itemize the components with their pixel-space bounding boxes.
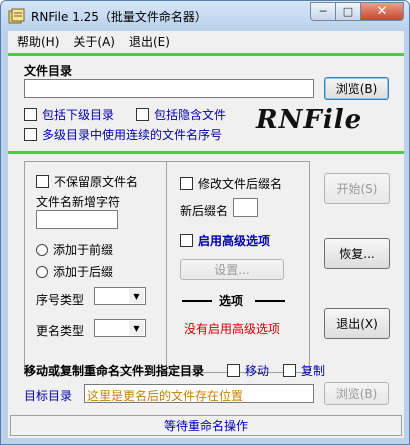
copy-box[interactable] — [283, 364, 296, 377]
rename-type-select[interactable]: ▼ — [94, 319, 146, 337]
advanced-status-text: 没有启用高级选项 — [184, 322, 281, 336]
modify-ext-box[interactable] — [180, 177, 193, 190]
continuous-numbering-checkbox[interactable]: 多级目录中使用连续的文件名序号 — [24, 126, 222, 143]
options-section-title: 选项 — [219, 294, 244, 308]
chevron-down-icon[interactable]: ▼ — [129, 321, 144, 335]
target-heading: 移动或复制重命名文件到指定目录 — [24, 364, 205, 378]
target-dir-input[interactable]: 这里是更名后的文件存在位置 — [84, 384, 314, 403]
target-dir-label: 目标目录 — [24, 389, 73, 403]
maximize-icon: □ — [342, 5, 354, 18]
add-prefix-dot[interactable] — [36, 243, 48, 256]
add-prefix-label: 添加于前缀 — [53, 243, 114, 257]
window-title: RNFile 1.25（批量文件命名器） — [31, 10, 207, 24]
status-text: 等待重命名操作 — [163, 419, 248, 433]
enable-advanced-checkbox[interactable]: 启用高级选项 — [180, 232, 270, 249]
new-ext-input[interactable] — [233, 198, 258, 217]
menu-exit[interactable]: 退出(E) — [129, 33, 170, 50]
continuous-numbering-label: 多级目录中使用连续的文件名序号 — [42, 128, 223, 142]
app-window: RNFile 1.25（批量文件命名器） ─ □ ✕ 帮助(H) 关于(A) 退… — [0, 0, 410, 445]
minimize-icon: ─ — [319, 5, 327, 18]
add-suffix-label: 添加于后缀 — [53, 265, 114, 279]
new-chars-input[interactable] — [36, 210, 118, 229]
title-bar[interactable]: RNFile 1.25（批量文件命名器） ─ □ ✕ — [1, 1, 409, 31]
top-green-divider — [8, 53, 404, 56]
enable-advanced-box[interactable] — [180, 234, 193, 247]
enable-advanced-label: 启用高级选项 — [198, 234, 271, 248]
include-subdirs-checkbox[interactable]: 包括下级目录 — [24, 106, 114, 123]
client-area: 帮助(H) 关于(A) 退出(E) 文件目录 浏览(B) 包括下级目录 包括隐含… — [8, 31, 404, 438]
menu-about[interactable]: 关于(A) — [73, 33, 115, 50]
app-icon — [8, 8, 25, 24]
close-button[interactable]: ✕ — [361, 2, 404, 21]
menu-bar: 帮助(H) 关于(A) 退出(E) — [8, 31, 404, 51]
start-button[interactable]: 开始(S) — [324, 173, 390, 204]
add-prefix-radio[interactable]: 添加于前缀 — [36, 241, 113, 258]
chevron-down-icon[interactable]: ▼ — [129, 289, 144, 303]
keep-original-label: 不保留原文件名 — [54, 175, 139, 189]
rename-type-label: 更名类型 — [36, 324, 85, 338]
include-subdirs-label: 包括下级目录 — [42, 108, 115, 122]
include-subdirs-box[interactable] — [24, 108, 37, 121]
new-chars-label: 文件名新增字符 — [36, 195, 121, 209]
close-icon: ✕ — [376, 4, 388, 19]
menu-help[interactable]: 帮助(H) — [17, 33, 59, 50]
include-hidden-checkbox[interactable]: 包括隐含文件 — [136, 106, 226, 123]
add-suffix-dot[interactable] — [36, 265, 48, 278]
modify-ext-checkbox[interactable]: 修改文件后缀名 — [180, 175, 282, 192]
window-controls: ─ □ ✕ — [310, 2, 404, 21]
include-hidden-box[interactable] — [136, 108, 149, 121]
maximize-button[interactable]: □ — [336, 2, 361, 21]
middle-green-divider — [8, 151, 404, 154]
move-checkbox[interactable]: 移动 — [227, 362, 269, 379]
move-label: 移动 — [245, 364, 270, 378]
seq-type-select[interactable]: ▼ — [94, 287, 146, 305]
copy-checkbox[interactable]: 复制 — [283, 362, 325, 379]
options-rule-left — [182, 300, 212, 302]
add-suffix-radio[interactable]: 添加于后缀 — [36, 263, 113, 280]
minimize-button[interactable]: ─ — [310, 2, 336, 21]
modify-ext-label: 修改文件后缀名 — [198, 177, 283, 191]
source-dir-input[interactable] — [24, 79, 314, 98]
keep-original-checkbox[interactable]: 不保留原文件名 — [36, 173, 138, 190]
restore-button[interactable]: 恢复... — [324, 238, 390, 269]
seq-type-label: 序号类型 — [36, 293, 85, 307]
status-bar: 等待重命名操作 — [10, 415, 402, 436]
exit-button[interactable]: 退出(X) — [324, 308, 390, 339]
copy-label: 复制 — [301, 364, 326, 378]
keep-original-box[interactable] — [36, 175, 49, 188]
target-browse-button[interactable]: 浏览(B) — [324, 382, 389, 405]
move-box[interactable] — [227, 364, 240, 377]
rnfile-logo: RNFile — [256, 105, 363, 135]
options-group-divider — [166, 161, 167, 373]
include-hidden-label: 包括隐含文件 — [154, 108, 227, 122]
continuous-numbering-box[interactable] — [24, 128, 37, 141]
source-browse-button[interactable]: 浏览(B) — [324, 77, 389, 100]
new-ext-label: 新后缀名 — [180, 204, 229, 218]
options-rule-right — [255, 300, 285, 302]
source-dir-label: 文件目录 — [24, 64, 73, 78]
advanced-settings-button[interactable]: 设置... — [180, 259, 284, 280]
